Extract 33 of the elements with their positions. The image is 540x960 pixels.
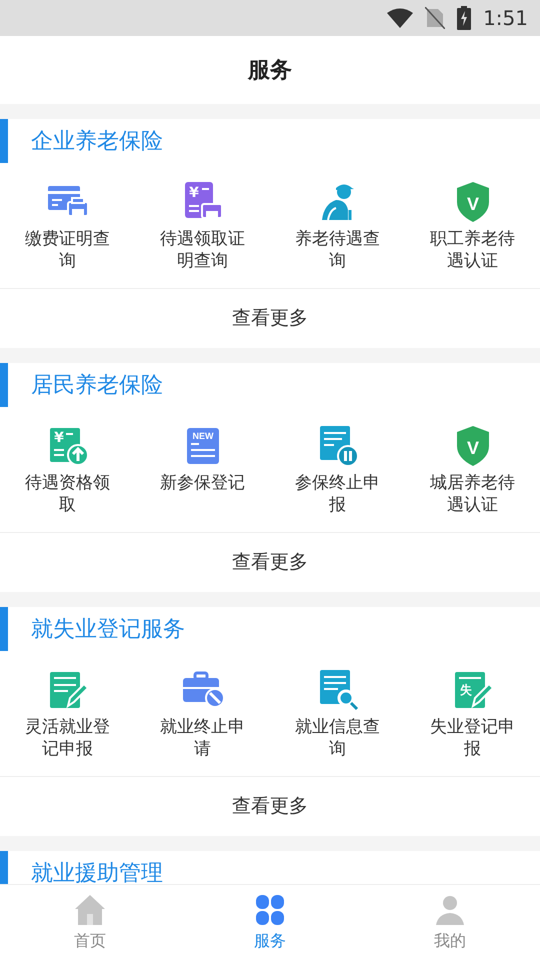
section-accent-bar	[0, 363, 8, 407]
four-petal-icon	[253, 892, 287, 926]
section-title: 就业援助管理	[31, 860, 163, 884]
service-item[interactable]: 缴费证明查询	[0, 180, 135, 288]
service-item[interactable]: ¥ 待遇领取证明查询	[135, 180, 270, 288]
service-item[interactable]: ¥ 待遇资格领取	[0, 424, 135, 532]
battery-icon	[457, 6, 472, 30]
section-accent-bar	[0, 607, 8, 651]
section-accent-bar	[0, 851, 8, 884]
service-item[interactable]: NEW 新参保登记	[135, 424, 270, 532]
service-item[interactable]: 失 失业登记申报	[405, 668, 540, 776]
home-icon	[73, 892, 107, 926]
page-title: 服务	[248, 56, 292, 84]
view-more-button[interactable]: 查看更多	[232, 548, 308, 577]
nav-tab[interactable]: 首页	[0, 885, 180, 960]
no-sim-icon	[425, 7, 446, 29]
clock-time: 1:51	[483, 5, 528, 32]
nav-tab[interactable]: 我的	[360, 885, 540, 960]
section-title: 就失业登记服务	[31, 616, 185, 644]
service-item[interactable]: 参保终止申报	[270, 424, 405, 532]
section-title: 居民养老保险	[31, 372, 163, 400]
service-item[interactable]: 就业终止申请	[135, 668, 270, 776]
view-more-button[interactable]: 查看更多	[232, 792, 308, 821]
service-item[interactable]: 就业信息查询	[270, 668, 405, 776]
nav-tab[interactable]: 服务	[180, 885, 360, 960]
section-title: 企业养老保险	[31, 128, 163, 156]
service-item[interactable]: 灵活就业登记申报	[0, 668, 135, 776]
service-item[interactable]: V 城居养老待遇认证	[405, 424, 540, 532]
section-accent-bar	[0, 119, 8, 163]
view-more-button[interactable]: 查看更多	[232, 304, 308, 333]
service-item[interactable]: 养老待遇查询	[270, 180, 405, 288]
service-item[interactable]: V 职工养老待遇认证	[405, 180, 540, 288]
wifi-icon	[387, 8, 414, 28]
